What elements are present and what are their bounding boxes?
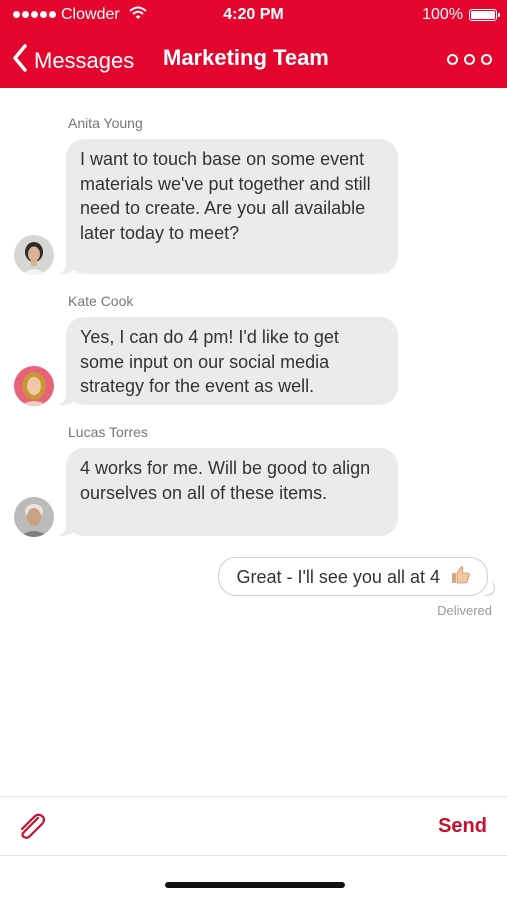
sender-name: Lucas Torres	[68, 424, 148, 440]
outgoing-message-text: Great - I'll see you all at 4	[236, 567, 440, 587]
paperclip-icon[interactable]	[16, 813, 46, 846]
avatar-anita-young[interactable]	[14, 235, 54, 275]
avatar-kate-cook[interactable]	[14, 366, 54, 406]
back-label: Messages	[34, 47, 135, 73]
home-indicator[interactable]	[165, 882, 345, 888]
conversation-title: Marketing Team	[163, 45, 329, 70]
sender-name: Kate Cook	[68, 293, 134, 309]
outgoing-message-bubble: Great - I'll see you all at 4	[218, 557, 488, 596]
back-button[interactable]: Messages	[12, 44, 134, 77]
message-composer: Send	[0, 796, 507, 856]
avatar-lucas-torres[interactable]	[14, 497, 54, 537]
message-bubble: 4 works for me. Will be good to align ou…	[54, 448, 398, 536]
send-button[interactable]: Send	[438, 815, 487, 838]
sender-name: Anita Young	[68, 115, 143, 131]
delivery-status: Delivered	[437, 603, 492, 618]
header-bar: Clowder 4:20 PM 100% Messages Marketing …	[0, 0, 507, 88]
chevron-left-icon	[12, 44, 28, 77]
message-bubble: Yes, I can do 4 pm! I'd like to get some…	[54, 317, 398, 405]
more-options-icon[interactable]	[447, 54, 492, 65]
battery-percentage: 100%	[422, 6, 463, 23]
battery-icon	[469, 9, 500, 21]
status-bar: Clowder 4:20 PM 100%	[0, 0, 507, 32]
thumbs-up-icon	[451, 565, 471, 592]
message-bubble: I want to touch base on some event mater…	[54, 139, 398, 274]
